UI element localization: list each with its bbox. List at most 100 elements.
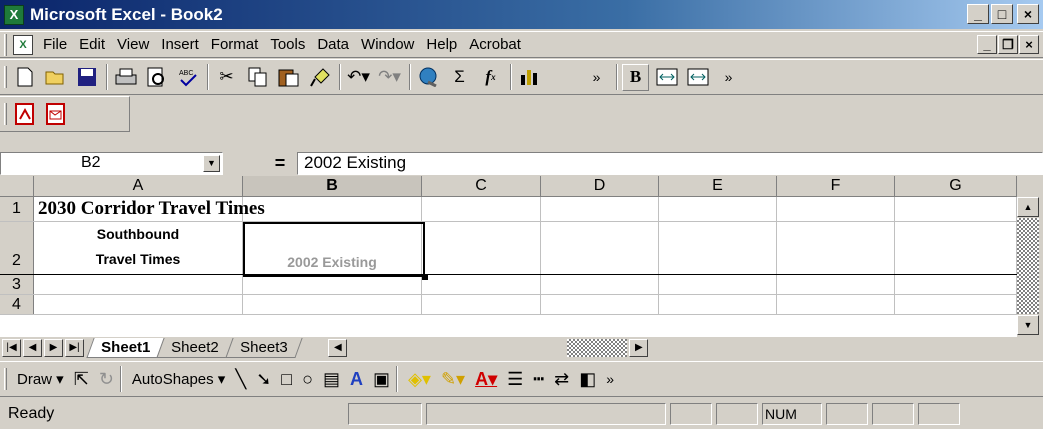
toolbar-grip[interactable]	[4, 103, 7, 125]
toolbar-grip[interactable]	[4, 368, 7, 390]
draw-menu-button[interactable]: Draw ▾	[17, 370, 64, 388]
cell-f4[interactable]	[777, 295, 895, 314]
menu-tools[interactable]: Tools	[270, 36, 305, 53]
spelling-icon[interactable]: ABC	[174, 64, 201, 91]
workbook-icon[interactable]: X	[13, 34, 33, 55]
menu-help[interactable]: Help	[426, 36, 457, 53]
autoshapes-menu-button[interactable]: AutoShapes ▾	[132, 370, 225, 388]
cell-a4[interactable]	[34, 295, 243, 314]
menu-window[interactable]: Window	[361, 36, 414, 53]
cell-e4[interactable]	[659, 295, 777, 314]
edit-formula-button[interactable]: =	[263, 153, 297, 174]
cell-b2[interactable]: 2002 Existing	[243, 222, 422, 274]
scroll-right-icon[interactable]: ▶	[629, 338, 649, 357]
menu-view[interactable]: View	[117, 36, 149, 53]
column-header-a[interactable]: A	[34, 176, 243, 197]
cell-d2[interactable]	[541, 222, 659, 274]
save-icon[interactable]	[73, 64, 100, 91]
column-header-f[interactable]: F	[777, 176, 895, 197]
drawing-toolbar-more-icon[interactable]: »	[606, 371, 614, 387]
font-color-icon[interactable]: A▾	[475, 369, 497, 390]
menu-insert[interactable]: Insert	[161, 36, 199, 53]
cell-g1[interactable]	[895, 197, 1017, 221]
clip-art-icon[interactable]: ▣	[373, 369, 390, 390]
fill-handle[interactable]	[422, 274, 428, 280]
fill-color-icon[interactable]: ◈▾	[408, 369, 431, 390]
more-icon[interactable]: »	[583, 64, 610, 91]
cell-a3[interactable]	[34, 275, 243, 294]
cell-d1[interactable]	[541, 197, 659, 221]
row-header-3[interactable]: 3	[0, 275, 34, 294]
copy-icon[interactable]	[244, 64, 271, 91]
print-icon[interactable]	[112, 64, 139, 91]
print-preview-icon[interactable]	[143, 64, 170, 91]
rectangle-icon[interactable]: □	[281, 369, 292, 390]
3d-icon[interactable]: ◧	[579, 369, 596, 390]
line-color-icon[interactable]: ✎▾	[441, 369, 465, 390]
chevron-down-icon[interactable]: ▼	[203, 154, 220, 172]
arrow-icon[interactable]: ➘	[256, 369, 271, 390]
formula-input[interactable]: 2002 Existing	[297, 151, 1043, 175]
vertical-scroll-track[interactable]	[1017, 218, 1039, 314]
column-header-b[interactable]: B	[243, 176, 422, 197]
convert-to-pdf-icon[interactable]	[11, 101, 38, 128]
menu-acrobat[interactable]: Acrobat	[469, 36, 521, 53]
cell-e1[interactable]	[659, 197, 777, 221]
cell-c4[interactable]	[422, 295, 541, 314]
column-header-g[interactable]: G	[895, 176, 1017, 197]
cut-icon[interactable]: ✂	[213, 64, 240, 91]
chart-wizard-icon[interactable]	[516, 64, 543, 91]
undo-icon[interactable]: ↶▾	[345, 64, 372, 91]
menu-format[interactable]: Format	[211, 36, 259, 53]
dash-style-icon[interactable]: ┅	[533, 369, 544, 390]
cell-e2[interactable]	[659, 222, 777, 274]
scroll-up-icon[interactable]: ▲	[1017, 197, 1039, 217]
redo-icon[interactable]: ↷▾	[376, 64, 403, 91]
first-sheet-icon[interactable]: |◀	[2, 338, 21, 357]
workbook-restore-button[interactable]: ❐	[998, 35, 1018, 54]
paste-icon[interactable]	[275, 64, 302, 91]
close-button[interactable]: ×	[1017, 4, 1039, 24]
bold-icon[interactable]: B	[622, 63, 649, 91]
convert-and-email-icon[interactable]	[42, 101, 69, 128]
name-box[interactable]: B2 ▼	[0, 151, 223, 175]
prev-sheet-icon[interactable]: ◀	[23, 338, 42, 357]
title-bar[interactable]: X Microsoft Excel - Book2 _ □ ×	[0, 0, 1043, 29]
hyperlink-icon[interactable]	[415, 64, 442, 91]
wordart-icon[interactable]: A	[350, 369, 363, 390]
function-icon[interactable]: fx	[477, 64, 504, 91]
column-header-d[interactable]: D	[541, 176, 659, 197]
horizontal-scroll-track[interactable]	[567, 338, 628, 357]
vertical-scrollbar[interactable]: ▲ ▼	[1017, 176, 1039, 337]
merge-icon[interactable]	[684, 64, 711, 91]
format-painter-icon[interactable]	[306, 64, 333, 91]
autosum-icon[interactable]: Σ	[446, 64, 473, 91]
cell-a1[interactable]: 2030 Corridor Travel Times	[34, 197, 265, 221]
tab-sheet1[interactable]: Sheet1	[86, 337, 165, 358]
cell-g3[interactable]	[895, 275, 1017, 294]
excel-app-icon[interactable]: X	[4, 4, 24, 25]
row-header-2[interactable]: 2	[0, 222, 34, 274]
cell-f1[interactable]	[777, 197, 895, 221]
tab-sheet3[interactable]: Sheet3	[225, 337, 302, 358]
toolbar-grip[interactable]	[4, 66, 7, 88]
cell-a2[interactable]: Southbound Travel Times	[34, 222, 243, 274]
scroll-down-icon[interactable]: ▼	[1017, 315, 1039, 335]
last-sheet-icon[interactable]: ▶|	[65, 338, 84, 357]
arrow-style-icon[interactable]: ⇄	[554, 369, 569, 390]
workbook-minimize-button[interactable]: _	[977, 35, 997, 54]
minimize-button[interactable]: _	[967, 4, 989, 24]
menu-edit[interactable]: Edit	[79, 36, 105, 53]
line-icon[interactable]: ╲	[235, 369, 246, 390]
select-all-button[interactable]	[0, 176, 34, 197]
maximize-button[interactable]: □	[991, 4, 1013, 24]
menu-grip[interactable]	[4, 33, 7, 56]
cell-g4[interactable]	[895, 295, 1017, 314]
scroll-left-icon[interactable]: ◀	[328, 338, 348, 357]
menu-file[interactable]: File	[43, 36, 67, 53]
merge-center-icon[interactable]	[653, 64, 680, 91]
row-header-1[interactable]: 1	[0, 197, 34, 221]
tab-sheet2[interactable]: Sheet2	[156, 337, 234, 358]
cell-c1[interactable]	[422, 197, 541, 221]
row-header-4[interactable]: 4	[0, 295, 34, 314]
